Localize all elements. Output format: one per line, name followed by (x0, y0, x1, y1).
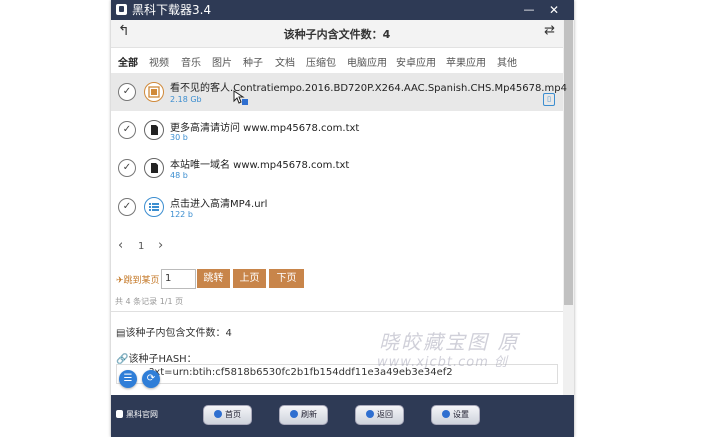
check-icon[interactable]: ✓ (118, 159, 136, 177)
file-name: 点击进入高清MP4.url (170, 199, 268, 210)
check-icon[interactable]: ✓ (118, 121, 136, 139)
list-fab-icon[interactable]: ☰ (119, 370, 137, 388)
file-count-label: ▤该种子内包含文件数：4 (116, 328, 232, 339)
refresh-button[interactable]: 刷新 (279, 405, 328, 425)
home-button[interactable]: 首页 (203, 405, 252, 425)
next-page-icon[interactable]: › (158, 238, 163, 253)
file-name: 本站唯一域名 www.mp45678.com.txt (170, 160, 350, 171)
gear-icon (442, 410, 450, 418)
play-icon[interactable]: ▯ (543, 93, 555, 106)
file-row[interactable]: ✓ 本站唯一域名 www.mp45678.com.txt 48 b (111, 149, 563, 187)
title-bar: 黑科下载器3.4 — ✕ (111, 0, 574, 20)
jump-button[interactable]: 跳转 (197, 269, 230, 288)
tab-apple-apps[interactable]: 苹果应用 (446, 54, 486, 69)
check-icon[interactable]: ✓ (118, 83, 136, 101)
file-count-text: 该种子内包含文件数：4 (125, 328, 232, 339)
tab-all[interactable]: 全部 (118, 54, 138, 69)
minimize-button[interactable]: — (518, 0, 540, 20)
settings-label: 设置 (453, 410, 469, 419)
logo-icon (116, 410, 123, 418)
document-icon (144, 158, 164, 178)
tab-torrent[interactable]: 种子 (243, 54, 263, 69)
return-label: 返回 (377, 410, 393, 419)
hash-label: 🔗该种子HASH： (116, 354, 197, 365)
refresh-label: 刷新 (301, 410, 317, 419)
close-button[interactable]: ✕ (543, 0, 565, 20)
tab-android-apps[interactable]: 安卓应用 (396, 54, 436, 69)
file-name: 更多高清请访问 www.mp45678.com.txt (170, 123, 360, 134)
file-name: 看不见的客人.Contratiempo.2016.BD720P.X264.AAC… (170, 83, 567, 94)
document-icon (144, 120, 164, 140)
tab-documents[interactable]: 文档 (275, 54, 295, 69)
app-window: 黑科下载器3.4 — ✕ ↰ 该种子内含文件数：4 ⇄ 全部 视频 音乐 图片 … (111, 0, 574, 437)
file-size: 122 b (170, 210, 193, 219)
file-row[interactable]: ✓ 看不见的客人.Contratiempo.2016.BD720P.X264.A… (111, 73, 567, 111)
list-icon (144, 197, 164, 217)
file-size: 48 b (170, 171, 188, 180)
refresh-fab-icon[interactable]: ⟳ (142, 370, 160, 388)
file-row[interactable]: ✓ 点击进入高清MP4.url 122 b (111, 188, 563, 226)
page-jump-bar: ✈跳到某页 1 跳转 上页 下页 (111, 268, 563, 290)
window-title: 黑科下载器3.4 (132, 3, 212, 17)
app-logo-icon (116, 4, 127, 15)
page-number[interactable]: 1 (138, 241, 144, 252)
tab-images[interactable]: 图片 (212, 54, 232, 69)
home-label: 首页 (225, 410, 241, 419)
check-icon[interactable]: ✓ (118, 198, 136, 216)
tab-video[interactable]: 视频 (149, 54, 169, 69)
divider (111, 311, 563, 312)
file-size: 2.18 Gb (170, 95, 202, 104)
tab-archives[interactable]: 压缩包 (306, 54, 336, 69)
tab-music[interactable]: 音乐 (181, 54, 201, 69)
file-size: 30 b (170, 133, 188, 142)
tab-other[interactable]: 其他 (497, 54, 517, 69)
jump-label: ✈跳到某页 (116, 276, 160, 286)
scrollbar-thumb[interactable] (564, 20, 573, 305)
prev-page-icon[interactable]: ‹ (118, 238, 123, 253)
prev-page-button[interactable]: 上页 (233, 269, 266, 288)
watermark-url: www.xjcbt.com 创 (377, 355, 509, 370)
next-page-button[interactable]: 下页 (269, 269, 304, 288)
swap-icon[interactable]: ⇄ (544, 23, 555, 38)
mouse-cursor-icon (233, 90, 248, 105)
return-icon (366, 410, 374, 418)
category-tabs: 全部 视频 音乐 图片 种子 文档 压缩包 电脑应用 安卓应用 苹果应用 其他 (111, 48, 563, 74)
record-count: 共 4 条记录 1/1 页 (115, 297, 184, 306)
official-site-label: 黑科官网 (126, 410, 158, 419)
film-icon (144, 82, 164, 102)
return-button[interactable]: 返回 (355, 405, 404, 425)
refresh-icon (290, 410, 298, 418)
footer-bar: 黑科官网 首页 刷新 返回 设置 (111, 395, 574, 437)
home-icon (214, 410, 222, 418)
tab-pc-apps[interactable]: 电脑应用 (347, 54, 387, 69)
page-title: 该种子内含文件数：4 (283, 28, 391, 41)
file-row[interactable]: ✓ 更多高清请访问 www.mp45678.com.txt 30 b (111, 111, 563, 149)
page-number-input[interactable]: 1 (161, 269, 196, 289)
settings-button[interactable]: 设置 (431, 405, 480, 425)
official-site-link[interactable]: 黑科官网 (116, 409, 158, 420)
page-header: ↰ 该种子内含文件数：4 ⇄ (111, 20, 563, 48)
